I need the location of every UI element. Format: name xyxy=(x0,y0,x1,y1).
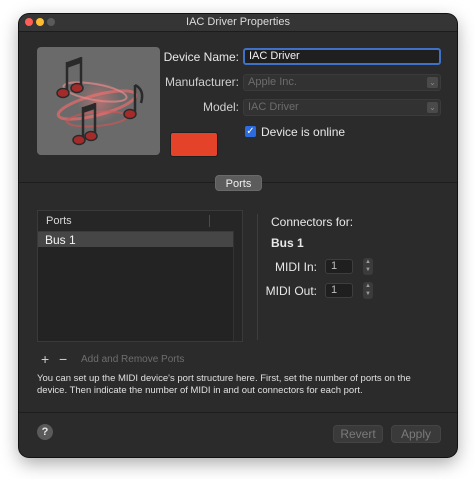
connectors-heading: Connectors for: xyxy=(271,215,354,229)
chevron-updown-icon: ⌄ xyxy=(427,77,438,88)
table-scrollbar[interactable] xyxy=(233,231,242,341)
device-name-field[interactable]: IAC Driver xyxy=(243,48,441,65)
device-online-checkbox[interactable]: ✓ xyxy=(245,126,256,137)
chevron-updown-icon: ▲ ▼ xyxy=(365,283,371,297)
device-icon-well[interactable] xyxy=(37,47,160,155)
help-text: You can set up the MIDI device's port st… xyxy=(37,373,411,396)
midi-in-stepper[interactable]: ▲ ▼ xyxy=(363,258,373,275)
tab-ports[interactable]: Ports xyxy=(215,175,262,191)
midi-in-label: MIDI In: xyxy=(274,260,317,274)
plus-icon[interactable]: + xyxy=(41,351,49,367)
add-remove-label: Add and Remove Ports xyxy=(81,354,185,365)
model-value: IAC Driver xyxy=(248,101,299,113)
chevron-updown-icon: ⌄ xyxy=(427,102,438,113)
connectors-port-name: Bus 1 xyxy=(271,236,304,250)
title-bar: IAC Driver Properties xyxy=(19,14,457,32)
checkmark-icon: ✓ xyxy=(246,126,255,137)
midi-in-field[interactable]: 1 xyxy=(325,259,353,274)
window-title: IAC Driver Properties xyxy=(186,16,290,28)
midi-out-field[interactable]: 1 xyxy=(325,283,353,298)
revert-button[interactable]: Revert xyxy=(333,425,383,443)
apply-button[interactable]: Apply xyxy=(391,425,441,443)
port-row-label: Bus 1 xyxy=(45,233,76,247)
device-online-label[interactable]: Device is online xyxy=(261,125,345,139)
chevron-updown-icon: ▲ ▼ xyxy=(365,259,371,273)
model-label: Model: xyxy=(202,100,239,114)
ports-column-header[interactable]: Ports xyxy=(46,215,72,227)
column-separator xyxy=(209,215,210,227)
manufacturer-popup: Apple Inc. ⌄ xyxy=(243,74,441,91)
device-name-label: Device Name: xyxy=(163,50,239,64)
ports-table[interactable]: Ports Bus 1 xyxy=(37,210,243,342)
ports-table-header: Ports xyxy=(38,211,242,232)
model-popup: IAC Driver ⌄ xyxy=(243,99,441,116)
midi-out-stepper[interactable]: ▲ ▼ xyxy=(363,282,373,299)
midi-notes-icon xyxy=(56,57,144,146)
manufacturer-value: Apple Inc. xyxy=(248,76,297,88)
help-glyph: ? xyxy=(41,426,49,438)
midi-out-label: MIDI Out: xyxy=(265,284,317,298)
footer-divider xyxy=(19,412,457,413)
table-row[interactable]: Bus 1 xyxy=(38,232,234,247)
properties-window: IAC Driver Properties Device Name: IAC D… xyxy=(19,14,457,457)
minus-icon[interactable]: − xyxy=(59,351,67,367)
vertical-divider xyxy=(257,214,258,340)
manufacturer-label: Manufacturer: xyxy=(164,75,239,89)
help-icon[interactable]: ? xyxy=(37,424,53,440)
device-color-swatch[interactable] xyxy=(170,132,218,157)
